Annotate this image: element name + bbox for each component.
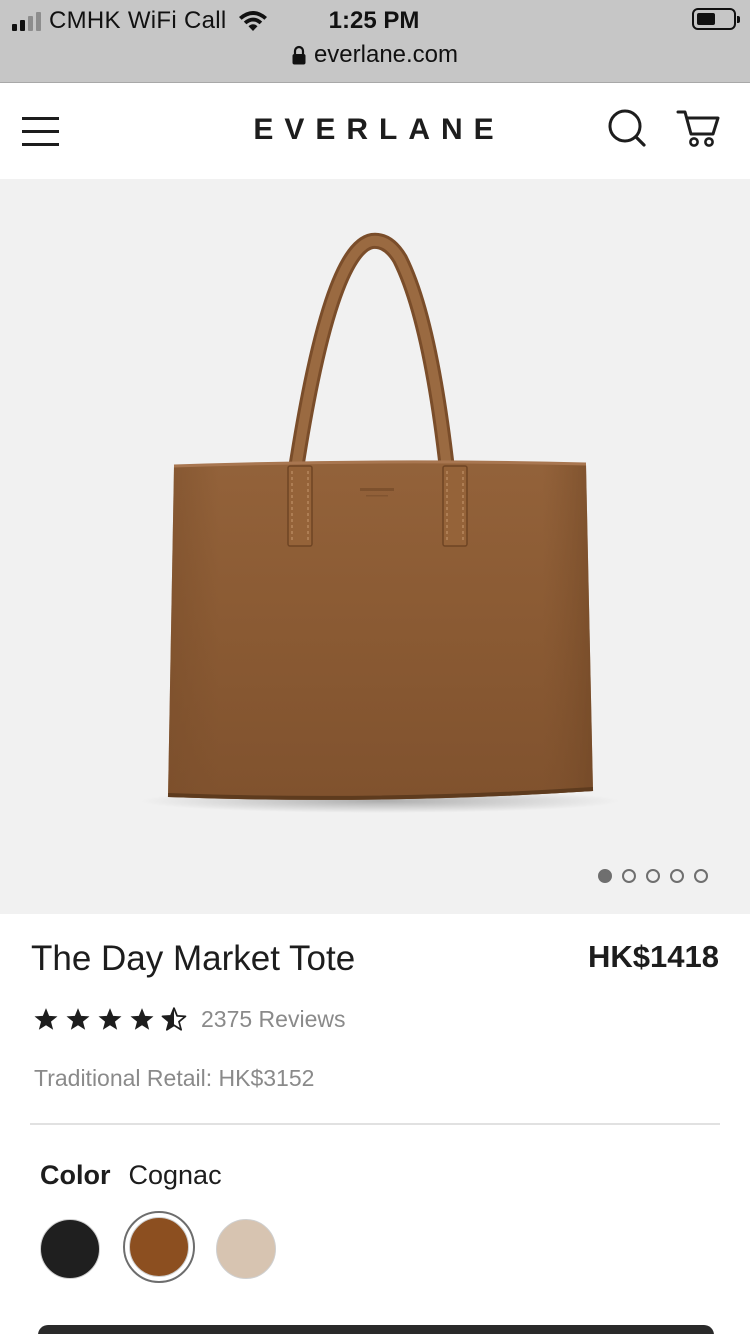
swatch-cognac-selected-ring[interactable] bbox=[123, 1211, 195, 1283]
search-icon bbox=[608, 109, 646, 147]
carousel-dot-3[interactable] bbox=[646, 869, 660, 883]
carousel-dot-5[interactable] bbox=[694, 869, 708, 883]
star-icon bbox=[98, 1008, 122, 1030]
lock-icon bbox=[292, 45, 306, 65]
carousel-dot-4[interactable] bbox=[670, 869, 684, 883]
carousel-dot-2[interactable] bbox=[622, 869, 636, 883]
battery-icon bbox=[692, 8, 740, 30]
carousel-pagination bbox=[598, 869, 708, 883]
search-button[interactable] bbox=[607, 107, 647, 151]
color-swatches bbox=[40, 1211, 276, 1283]
traditional-retail-price: Traditional Retail: HK$3152 bbox=[34, 1065, 315, 1091]
shopping-cart-icon bbox=[676, 110, 720, 147]
clock: 1:25 PM bbox=[328, 7, 420, 34]
swatch-black[interactable] bbox=[40, 1218, 100, 1279]
swatch-cognac[interactable] bbox=[129, 1217, 189, 1277]
reviews-link[interactable]: 2375 Reviews bbox=[201, 1006, 345, 1033]
star-icon bbox=[130, 1008, 154, 1030]
ios-status-bar: CMHK WiFi Call 1:25 PM everlane.com bbox=[0, 0, 750, 83]
cart-button[interactable] bbox=[676, 107, 722, 151]
url-text: everlane.com bbox=[313, 41, 459, 68]
product-image-tote-bag bbox=[140, 232, 620, 813]
product-price: HK$1418 bbox=[588, 939, 719, 974]
color-selector-label: Color Cognac bbox=[40, 1160, 222, 1191]
swatch-bone[interactable] bbox=[216, 1218, 276, 1279]
star-icon bbox=[66, 1008, 90, 1030]
star-icon bbox=[34, 1008, 58, 1030]
half-star-icon bbox=[161, 1007, 187, 1031]
section-divider bbox=[30, 1123, 720, 1125]
add-to-bag-button[interactable] bbox=[38, 1325, 714, 1334]
rating-stars bbox=[33, 1007, 187, 1032]
site-header: EVERLANE bbox=[0, 83, 750, 179]
product-image-carousel[interactable] bbox=[0, 179, 750, 914]
address-bar[interactable]: everlane.com bbox=[0, 38, 750, 72]
selected-color-name: Cognac bbox=[128, 1160, 222, 1190]
product-rating: 2375 Reviews bbox=[33, 1006, 345, 1033]
color-label: Color bbox=[40, 1160, 111, 1190]
carousel-dot-1[interactable] bbox=[598, 869, 612, 883]
product-title: The Day Market Tote bbox=[31, 939, 356, 978]
